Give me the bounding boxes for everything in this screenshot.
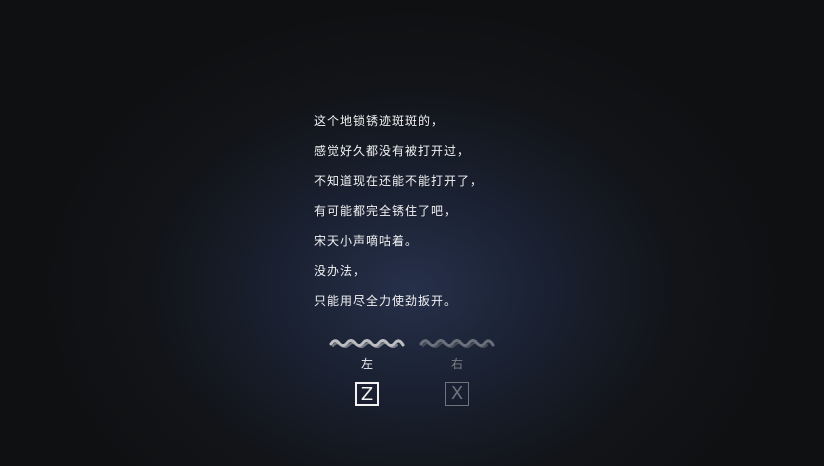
- choice-right[interactable]: 右 X: [417, 336, 497, 406]
- dialogue-line: 只能用尽全力使劲扳开。: [314, 294, 458, 308]
- dialogue-line: 不知道现在还能不能打开了，: [314, 174, 484, 188]
- dialogue-text: 这个地锁锈迹斑斑的， 感觉好久都没有被打开过， 不知道现在还能不能打开了， 有可…: [314, 111, 574, 321]
- dialogue-line: 没办法，: [314, 264, 367, 278]
- key-z-button[interactable]: Z: [355, 382, 379, 406]
- dialogue-line: 有可能都完全锈住了吧，: [314, 204, 458, 218]
- dialogue-line: 宋天小声嘀咕着。: [314, 234, 419, 248]
- squiggle-decoration-icon: [419, 339, 495, 348]
- choice-left[interactable]: 左 Z: [327, 336, 407, 406]
- squiggle-decoration-icon: [329, 339, 405, 348]
- choice-left-label: 左: [360, 357, 373, 371]
- key-x-button[interactable]: X: [445, 382, 469, 406]
- dialogue-line: 感觉好久都没有被打开过，: [314, 144, 471, 158]
- dialogue-line: 这个地锁锈迹斑斑的，: [314, 114, 445, 128]
- choice-right-label: 右: [450, 357, 463, 371]
